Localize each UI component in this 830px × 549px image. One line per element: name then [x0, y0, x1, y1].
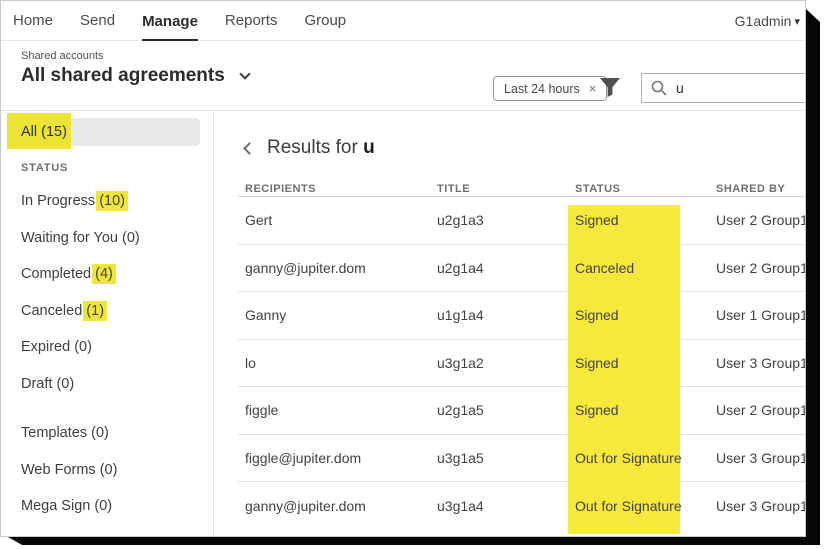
- nav-tab-reports[interactable]: Reports: [225, 1, 278, 41]
- cell-shared-by: User 3 Group1: [716, 498, 805, 514]
- sidebar-other-list: Templates (0) Web Forms (0) Mega Sign (0…: [1, 415, 213, 525]
- col-header-shared-by[interactable]: SHARED BY: [716, 183, 805, 195]
- cell-shared-by: User 2 Group1: [716, 402, 805, 418]
- cell-recipient: figgle@jupiter.dom: [238, 450, 437, 466]
- agreements-scope-title: All shared agreements: [21, 65, 225, 87]
- sidebar-gap: [1, 402, 213, 415]
- table-row[interactable]: figgle u2g1a5 Signed User 2 Group1: [238, 387, 805, 435]
- sidebar-status-list: In Progress (10) Waiting for You (0) Com…: [1, 183, 213, 402]
- results-header: Results for u: [245, 137, 805, 159]
- chip-close-icon[interactable]: ×: [589, 81, 597, 96]
- cell-status: Out for Signature: [575, 450, 716, 466]
- sidebar-item-waiting-for-you[interactable]: Waiting for You (0): [1, 220, 213, 257]
- results-table: RECIPIENTS TITLE STATUS SHARED BY Gert u…: [238, 183, 805, 530]
- sidebar-item-all-label: All (15): [21, 124, 67, 140]
- frame-shadow-right: [805, 8, 820, 545]
- top-nav: Home Send Manage Reports Group G1admin ▾: [1, 1, 805, 41]
- table-row[interactable]: lo u3g1a2 Signed User 3 Group1: [238, 340, 805, 388]
- cell-status: Signed: [575, 402, 716, 418]
- frame-shadow-bottom: [8, 537, 820, 545]
- filter-chip-last-24-hours[interactable]: Last 24 hours ×: [493, 76, 607, 101]
- cell-status: Signed: [575, 355, 716, 371]
- table-row[interactable]: Gert u2g1a3 Signed User 2 Group1: [238, 197, 805, 245]
- table-row[interactable]: figgle@jupiter.dom u3g1a5 Out for Signat…: [238, 435, 805, 483]
- results-title: Results for u: [267, 137, 375, 159]
- sidebar-filters: All (15) STATUS In Progress (10) Waiting…: [1, 111, 214, 537]
- nav-tab-send[interactable]: Send: [80, 1, 115, 41]
- annotation-highlight-count: (1): [83, 301, 107, 321]
- search-icon: [651, 80, 667, 96]
- col-header-recipients[interactable]: RECIPIENTS: [238, 183, 437, 195]
- cell-title: u3g1a4: [437, 498, 575, 514]
- cell-shared-by: User 3 Group1: [716, 355, 805, 371]
- search-input[interactable]: u: [641, 73, 806, 103]
- agreements-scope-dropdown[interactable]: All shared agreements: [21, 65, 249, 87]
- cell-shared-by: User 1 Group1: [716, 307, 805, 323]
- sidebar-item-all[interactable]: All (15): [11, 118, 200, 146]
- sidebar-item-completed[interactable]: Completed (4): [1, 256, 213, 293]
- results-panel: Results for u RECIPIENTS TITLE STATUS SH…: [214, 111, 805, 537]
- nav-tab-group[interactable]: Group: [304, 1, 346, 41]
- user-menu-caret-icon: ▾: [794, 15, 800, 28]
- filter-chip-label: Last 24 hours: [504, 82, 580, 96]
- sidebar-section-status: STATUS: [21, 162, 213, 175]
- search-query-text: u: [676, 80, 684, 96]
- sidebar-item-expired[interactable]: Expired (0): [1, 329, 213, 366]
- sidebar-item-mega-sign[interactable]: Mega Sign (0): [1, 488, 213, 525]
- cell-recipient: ganny@jupiter.dom: [238, 260, 437, 276]
- screenshot-canvas: Home Send Manage Reports Group G1admin ▾…: [0, 0, 830, 549]
- cell-title: u2g1a4: [437, 260, 575, 276]
- cell-status: Out for Signature: [575, 498, 716, 514]
- annotation-highlight-count: (10): [96, 191, 128, 211]
- nav-tab-home[interactable]: Home: [13, 1, 53, 41]
- nav-tab-manage[interactable]: Manage: [142, 1, 198, 41]
- cell-status: Signed: [575, 212, 716, 228]
- account-scope-label: Shared accounts: [21, 50, 104, 62]
- cell-recipient: ganny@jupiter.dom: [238, 498, 437, 514]
- user-menu[interactable]: G1admin ▾: [735, 1, 800, 41]
- cell-status: Signed: [575, 307, 716, 323]
- chevron-down-icon: [239, 68, 250, 79]
- cell-title: u3g1a5: [437, 450, 575, 466]
- cell-shared-by: User 2 Group1: [716, 212, 805, 228]
- sidebar-item-web-forms[interactable]: Web Forms (0): [1, 452, 213, 489]
- sidebar-item-in-progress[interactable]: In Progress (10): [1, 183, 213, 220]
- cell-recipient: Ganny: [238, 307, 437, 323]
- table-row[interactable]: Ganny u1g1a4 Signed User 1 Group1: [238, 292, 805, 340]
- col-header-status[interactable]: STATUS: [575, 183, 716, 195]
- filter-funnel-icon[interactable]: [599, 77, 621, 98]
- cell-recipient: figgle: [238, 402, 437, 418]
- cell-status: Canceled: [575, 260, 716, 276]
- cell-recipient: lo: [238, 355, 437, 371]
- cell-shared-by: User 2 Group1: [716, 260, 805, 276]
- cell-title: u2g1a3: [437, 212, 575, 228]
- back-chevron-icon[interactable]: [243, 142, 256, 155]
- cell-recipient: Gert: [238, 212, 437, 228]
- table-row[interactable]: ganny@jupiter.dom u2g1a4 Canceled User 2…: [238, 245, 805, 293]
- sidebar-item-templates[interactable]: Templates (0): [1, 415, 213, 452]
- sidebar-item-draft[interactable]: Draft (0): [1, 366, 213, 403]
- user-name: G1admin: [735, 13, 792, 29]
- results-query: u: [363, 137, 375, 158]
- cell-title: u2g1a5: [437, 402, 575, 418]
- content-area: All (15) STATUS In Progress (10) Waiting…: [1, 111, 805, 537]
- cell-title: u1g1a4: [437, 307, 575, 323]
- table-header-row: RECIPIENTS TITLE STATUS SHARED BY: [238, 183, 805, 197]
- col-header-title[interactable]: TITLE: [437, 183, 575, 195]
- annotation-highlight-count: (4): [92, 264, 116, 284]
- table-row[interactable]: ganny@jupiter.dom u3g1a4 Out for Signatu…: [238, 482, 805, 530]
- cell-shared-by: User 3 Group1: [716, 450, 805, 466]
- cell-title: u3g1a2: [437, 355, 575, 371]
- sidebar-item-canceled[interactable]: Canceled (1): [1, 293, 213, 330]
- app-window: Home Send Manage Reports Group G1admin ▾…: [0, 0, 806, 537]
- sub-header: Shared accounts All shared agreements La…: [1, 41, 805, 111]
